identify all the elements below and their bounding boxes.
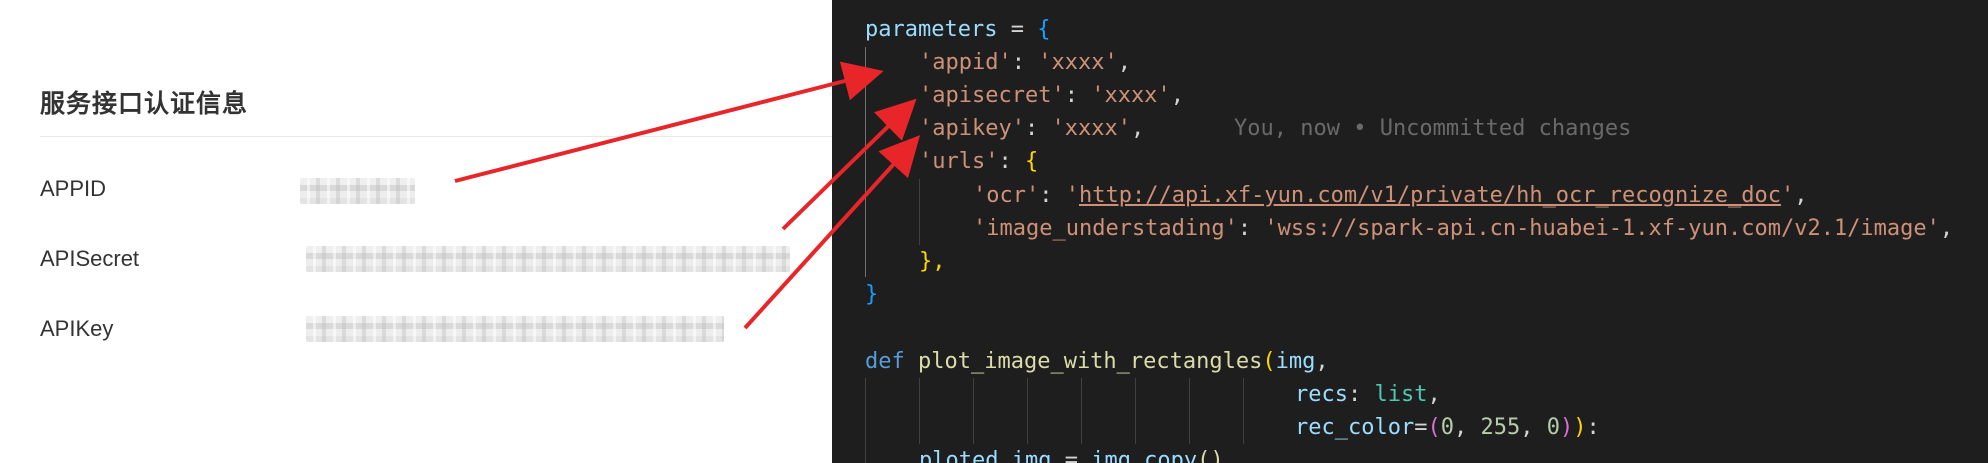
code-line-def[interactable]: def plot_image_with_rectangles(img, bbox=[865, 345, 1329, 378]
code-line-rec-color[interactable]: rec_color=(0, 255, 0)): bbox=[1295, 411, 1600, 444]
git-blame-annotation: You, now • Uncommitted changes bbox=[1234, 116, 1632, 141]
indent-guide bbox=[1081, 378, 1082, 444]
token-apisecret-value: 'xxxx' bbox=[1091, 83, 1171, 108]
appid-label: APPID bbox=[40, 176, 107, 201]
indent-guide bbox=[1243, 378, 1244, 444]
code-line-appid[interactable]: 'appid': 'xxxx', bbox=[919, 46, 1131, 79]
token-apikey-key: 'apikey' bbox=[919, 116, 1025, 141]
token-function-name: plot_image_with_rectangles bbox=[918, 349, 1263, 374]
code-line-ocr[interactable]: 'ocr': 'http://api.xf-yun.com/v1/private… bbox=[973, 179, 1807, 212]
code-editor[interactable]: parameters = { 'appid': 'xxxx', 'apisecr… bbox=[832, 0, 1988, 463]
indent-guide bbox=[865, 47, 866, 277]
panel-title: 服务接口认证信息 bbox=[40, 89, 249, 118]
apisecret-label: APISecret bbox=[40, 246, 140, 271]
token-urls-brace: { bbox=[1024, 149, 1039, 174]
token-appid-value: 'xxxx' bbox=[1038, 50, 1118, 75]
indent-guide bbox=[865, 378, 866, 463]
apikey-masked-value bbox=[306, 316, 724, 342]
indent-guide bbox=[1135, 378, 1136, 444]
code-line-outer-close[interactable]: } bbox=[865, 278, 878, 311]
apisecret-masked-value bbox=[306, 246, 790, 272]
token-parameters: parameters bbox=[865, 17, 998, 42]
token-image-key: 'image_understading' bbox=[973, 216, 1238, 241]
token-apisecret-key: 'apisecret' bbox=[919, 83, 1065, 108]
code-line-inner-close[interactable]: }, bbox=[919, 245, 946, 278]
ocr-url-link[interactable]: http://api.xf-yun.com/v1/private/hh_ocr_… bbox=[1079, 183, 1781, 208]
indent-guide bbox=[973, 378, 974, 444]
code-line-parameters[interactable]: parameters = { bbox=[865, 13, 1050, 46]
auth-info-panel: 服务接口认证信息 APPID APISecret APIKey bbox=[0, 0, 832, 463]
code-line-urls[interactable]: 'urls': { bbox=[919, 145, 1038, 178]
token-appid-key: 'appid' bbox=[919, 50, 1012, 75]
appid-masked-value bbox=[300, 178, 415, 204]
code-line-apikey[interactable]: 'apikey': 'xxxx', bbox=[919, 112, 1144, 145]
indent-guide bbox=[1027, 378, 1028, 444]
token-ocr-key: 'ocr' bbox=[973, 183, 1040, 208]
code-line-ploted-img[interactable]: ploted_img = img.copy() bbox=[919, 444, 1224, 463]
apikey-label: APIKey bbox=[40, 316, 114, 341]
indent-guide bbox=[919, 378, 920, 444]
indent-guide bbox=[1189, 378, 1190, 444]
token-apikey-value: 'xxxx' bbox=[1051, 116, 1131, 141]
code-line-apisecret[interactable]: 'apisecret': 'xxxx', bbox=[919, 79, 1184, 112]
token-def: def bbox=[865, 349, 905, 374]
divider bbox=[40, 136, 832, 137]
indent-guide bbox=[919, 179, 920, 245]
code-line-recs[interactable]: recs: list, bbox=[1295, 378, 1441, 411]
code-line-image-understading[interactable]: 'image_understading': 'wss://spark-api.c… bbox=[973, 212, 1953, 245]
token-urls-key: 'urls' bbox=[919, 149, 999, 174]
token-image-value: 'wss://spark-api.cn-huabei-1.xf-yun.com/… bbox=[1264, 216, 1940, 241]
token-brace-open: { bbox=[1037, 17, 1051, 42]
